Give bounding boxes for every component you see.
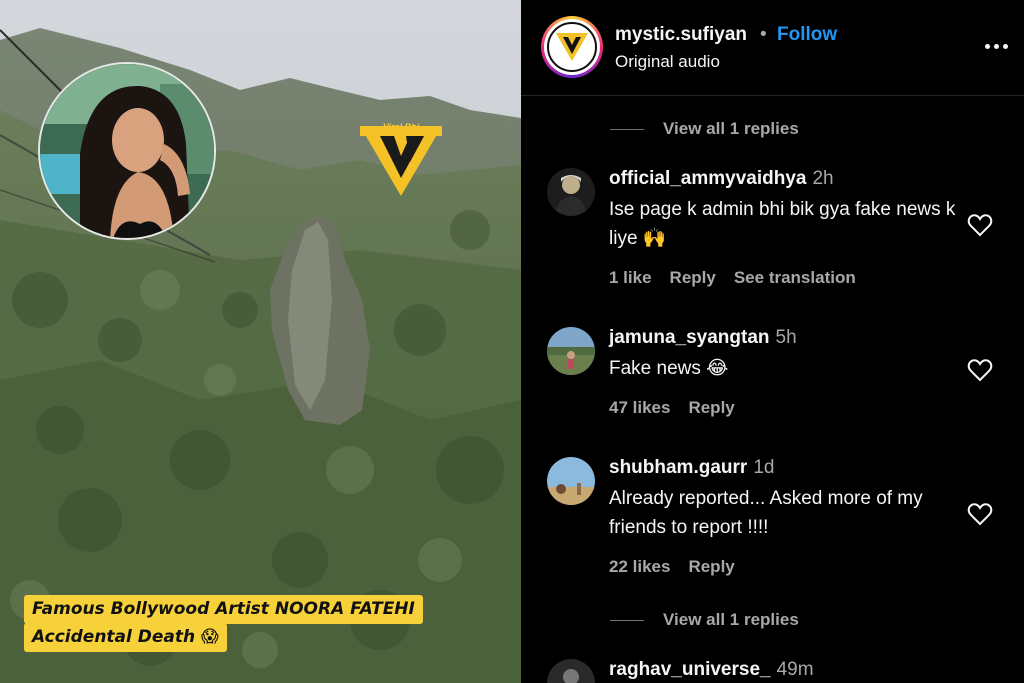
caption-line-1: Famous Bollywood Artist NOORA FATEHI bbox=[24, 595, 423, 624]
comment-time: 49m bbox=[776, 659, 814, 680]
commenter-username[interactable]: official_ammyvaidhya bbox=[609, 168, 806, 189]
comment-text: Ise page k admin bhi bik gya fake news k… bbox=[609, 199, 956, 249]
caption-line-2: Accidental Death 😱 bbox=[24, 623, 227, 652]
comment-item: raghav_universe_ 49m bbox=[547, 659, 1017, 683]
commenter-username[interactable]: shubham.gaurr bbox=[609, 457, 747, 478]
like-count[interactable]: 47 likes bbox=[609, 398, 670, 417]
view-replies-toggle[interactable]: View all 1 replies bbox=[610, 610, 799, 630]
like-count[interactable]: 1 like bbox=[609, 268, 652, 287]
comment-actions: 1 like Reply See translation bbox=[609, 268, 874, 288]
follow-button[interactable]: Follow bbox=[777, 24, 837, 46]
commenter-avatar[interactable] bbox=[547, 327, 595, 375]
audio-label[interactable]: Original audio bbox=[615, 52, 720, 72]
comment-time: 5h bbox=[775, 327, 797, 348]
view-replies-label: View all 1 replies bbox=[663, 610, 799, 629]
profile-photo-overlay bbox=[38, 62, 216, 240]
comments-panel: mystic.sufiyan • Follow Original audio V… bbox=[521, 0, 1024, 683]
video-caption: Famous Bollywood Artist NOORA FATEHI Acc… bbox=[24, 595, 423, 652]
comment-item: shubham.gaurr 1d Already reported... Aske… bbox=[547, 457, 1017, 587]
comment-item: jamuna_syangtan 5h Fake news 😂 47 likes Re… bbox=[547, 327, 1017, 427]
commenter-username[interactable]: jamuna_syangtan bbox=[609, 327, 770, 348]
heart-icon[interactable] bbox=[967, 358, 993, 382]
like-count[interactable]: 22 likes bbox=[609, 557, 670, 576]
commenter-avatar[interactable] bbox=[547, 659, 595, 683]
comment-actions: 22 likes Reply bbox=[609, 557, 753, 577]
replies-divider bbox=[610, 128, 644, 130]
viral-bhi-watermark-logo: Viral Bhi bbox=[358, 122, 444, 198]
reply-button[interactable]: Reply bbox=[688, 557, 734, 576]
comment-time: 2h bbox=[812, 168, 834, 189]
reply-button[interactable]: Reply bbox=[688, 398, 734, 417]
commenter-avatar[interactable] bbox=[547, 168, 595, 216]
more-options-icon[interactable] bbox=[985, 36, 1013, 56]
comment-item: official_ammyvaidhya 2h Ise page k admin … bbox=[547, 168, 1017, 298]
commenter-username[interactable]: raghav_universe_ bbox=[609, 659, 771, 680]
comment-actions: 47 likes Reply bbox=[609, 398, 753, 418]
commenter-avatar[interactable] bbox=[547, 457, 595, 505]
view-replies-label: View all 1 replies bbox=[663, 119, 799, 138]
comment-text: Already reported... Asked more of my fri… bbox=[609, 488, 923, 538]
caption-line-2-text: Accidental Death bbox=[32, 627, 196, 647]
see-translation-button[interactable]: See translation bbox=[734, 268, 856, 287]
separator-dot: • bbox=[760, 24, 767, 45]
view-replies-toggle[interactable]: View all 1 replies bbox=[610, 119, 799, 139]
replies-divider bbox=[610, 619, 644, 621]
shocked-emoji: 😱 bbox=[201, 627, 219, 647]
heart-icon[interactable] bbox=[967, 502, 993, 526]
account-avatar[interactable] bbox=[541, 16, 603, 78]
reel-video[interactable]: Viral Bhi Famous Bollywood Artist NOORA … bbox=[0, 0, 521, 683]
account-username[interactable]: mystic.sufiyan bbox=[615, 24, 747, 46]
post-header: mystic.sufiyan • Follow Original audio bbox=[521, 0, 1024, 96]
comment-text: Fake news 😂 bbox=[609, 358, 729, 379]
heart-icon[interactable] bbox=[967, 213, 993, 237]
viral-logo-icon bbox=[556, 33, 588, 61]
comment-time: 1d bbox=[753, 457, 775, 478]
reply-button[interactable]: Reply bbox=[670, 268, 716, 287]
